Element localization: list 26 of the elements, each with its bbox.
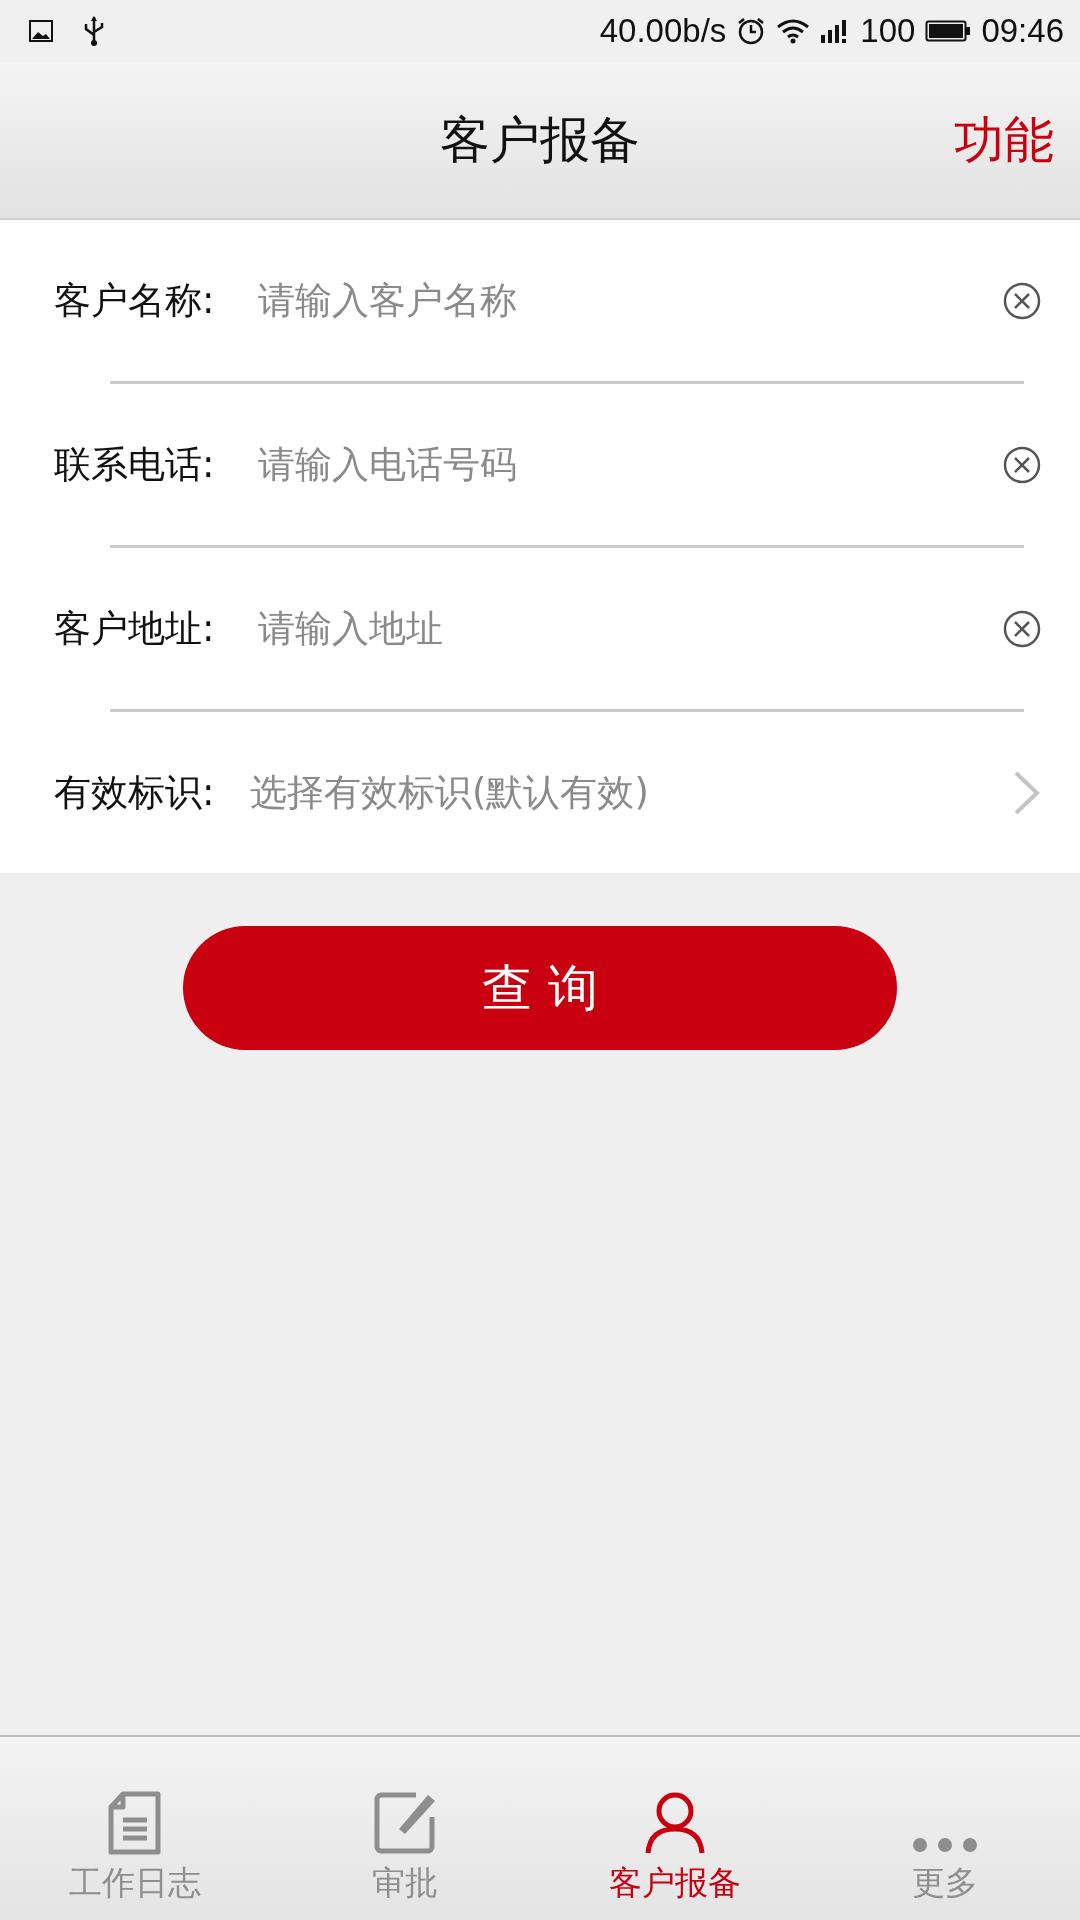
input-field[interactable]: 请输入客户名称 <box>250 279 1002 322</box>
tab[interactable]: 更多 <box>810 1737 1080 1920</box>
input-field[interactable]: 请输入电话号码 <box>250 443 1002 486</box>
field-label: 客户地址: <box>54 605 216 652</box>
battery-level: 100 <box>860 12 916 50</box>
image-icon <box>28 19 54 43</box>
page-title: 客户报备 <box>440 109 640 171</box>
field-label: 有效标识: <box>54 769 216 816</box>
select-field[interactable]: 选择有效标识(默认有效) <box>250 767 1012 818</box>
more-icon <box>912 1835 978 1855</box>
clear-icon[interactable] <box>1002 608 1042 649</box>
input-field[interactable]: 请输入地址 <box>250 607 1002 650</box>
clear-icon[interactable] <box>1002 280 1042 321</box>
network-speed: 40.00b/s <box>599 12 727 50</box>
clock: 09:46 <box>981 12 1064 50</box>
field-label: 客户名称: <box>54 277 216 324</box>
tab[interactable]: 工作日志 <box>0 1737 270 1920</box>
tab[interactable]: 客户报备 <box>540 1737 810 1920</box>
clear-icon[interactable] <box>1002 444 1042 485</box>
field-label: 联系电话: <box>54 441 216 488</box>
tab[interactable]: 审批 <box>270 1737 540 1920</box>
battery-icon <box>925 19 972 43</box>
usb-icon <box>82 15 106 47</box>
search-button[interactable]: 查 询 <box>183 926 897 1050</box>
function-button[interactable]: 功能 <box>954 106 1054 174</box>
wifi-icon <box>776 18 811 44</box>
